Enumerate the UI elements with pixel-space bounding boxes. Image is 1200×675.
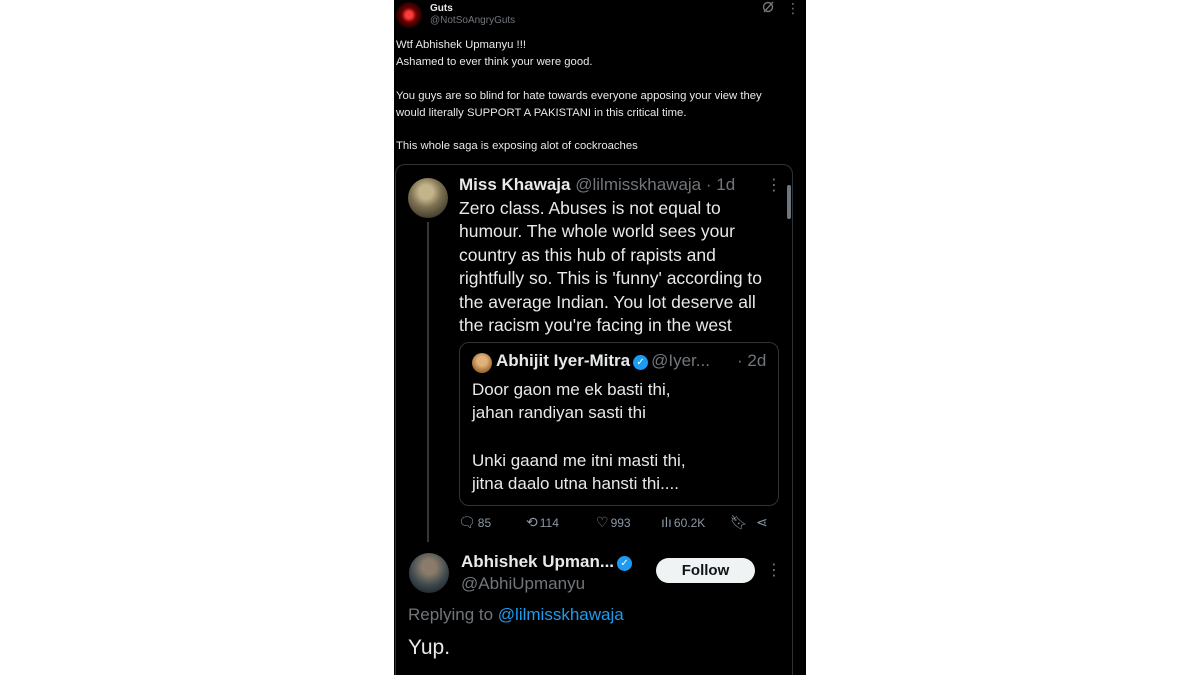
author-handle[interactable]: @AbhiUpmanyu [461,574,585,594]
author-handle[interactable]: @Iyer... [651,351,710,370]
reply-icon: 🗨︎ [458,514,476,530]
quote-text-line: Unki gaand me itni masti thi, [472,451,686,470]
more-options-icon[interactable]: ⋮ [786,0,800,17]
bookmark-icon: 🔖︎ [730,514,748,530]
tweet-text-line: the racism you're facing in the west [459,315,732,335]
tweet-text-line: humour. The whole world sees your [459,221,735,241]
quote-text-line: Door gaon me ek basti thi, [472,380,671,399]
verified-badge-icon: ✓ [617,556,633,571]
replying-prefix: Replying to [408,605,494,624]
tweet-text-line: You guys are so blind for hate towards e… [396,90,762,102]
grok-icon[interactable] [761,0,775,14]
tweet-panel: Guts @NotSoAngryGuts ⋮ Wtf Abhishek Upma… [394,0,806,675]
author-name[interactable]: Miss Khawaja [459,175,571,194]
reply-count: 85 [477,516,492,530]
more-options-icon[interactable]: ⋮ [766,560,782,580]
mention-link[interactable]: @lilmisskhawaja [498,605,624,624]
quoted-tweet-header: Abhijit Iyer-Mitra ✓ @Iyer... [496,351,710,371]
tweet-header: Miss Khawaja @lilmisskhawaja · 1d [459,175,735,195]
tweet-text-line: would literally SUPPORT A PAKISTANI in t… [396,107,687,119]
tweet-text-line: Wtf Abhishek Upmanyu !!! [396,39,526,51]
repost-icon: ⟲ [526,514,538,530]
thread-line [427,222,429,542]
author-handle-time[interactable]: @lilmisskhawaja · 1d [575,175,735,194]
avatar[interactable] [472,353,492,373]
heart-icon: ♡ [596,514,609,530]
share-icon: ⋖ [756,514,768,530]
reply-text: Yup. [408,636,451,659]
tweet-text-line: Ashamed to ever think your were good. [396,56,593,68]
tweet-text-line: the average Indian. You lot deserve all [459,292,756,312]
author-name[interactable]: Abhishek Upman... [461,552,614,571]
author-handle[interactable]: @NotSoAngryGuts [430,15,515,26]
repost-count: 114 [539,516,559,530]
quote-text-line: jahan randiyan sasti thi [472,403,646,422]
reply-button[interactable]: 🗨︎ 85 [458,514,491,531]
tweet-text-line: This whole saga is exposing alot of cock… [396,140,638,152]
share-button[interactable]: ⋖ [756,514,770,531]
timestamp: · 2d [737,351,767,370]
repost-button[interactable]: ⟲ 114 [526,514,559,531]
author-name[interactable]: Abhijit Iyer-Mitra [496,351,630,370]
tweet-text-line: rightfully so. This is 'funny' according… [459,268,763,288]
views-icon: ılı [661,514,672,530]
views-count: 60.2K [673,516,706,530]
like-count: 993 [610,516,631,530]
scrollbar[interactable] [787,185,791,219]
tweet-text-line: country as this hub of rapists and [459,245,716,265]
avatar[interactable] [409,553,449,593]
like-button[interactable]: ♡ 993 [596,514,631,531]
verified-badge-icon: ✓ [633,355,649,370]
bookmark-button[interactable]: 🔖︎ [730,514,750,531]
follow-button[interactable]: Follow [656,558,755,583]
avatar[interactable] [408,178,448,218]
tweet-text-line: Zero class. Abuses is not equal to [459,198,721,218]
views-button[interactable]: ılı 60.2K [661,514,705,530]
replying-to: Replying to @lilmisskhawaja [408,605,624,625]
more-options-icon[interactable]: ⋮ [766,175,782,195]
author-name[interactable]: Guts [430,3,453,14]
quote-text-line: jitna daalo utna hansti thi.... [472,474,679,493]
reply-author-name[interactable]: Abhishek Upman... ✓ [461,552,635,572]
avatar[interactable] [396,2,422,28]
